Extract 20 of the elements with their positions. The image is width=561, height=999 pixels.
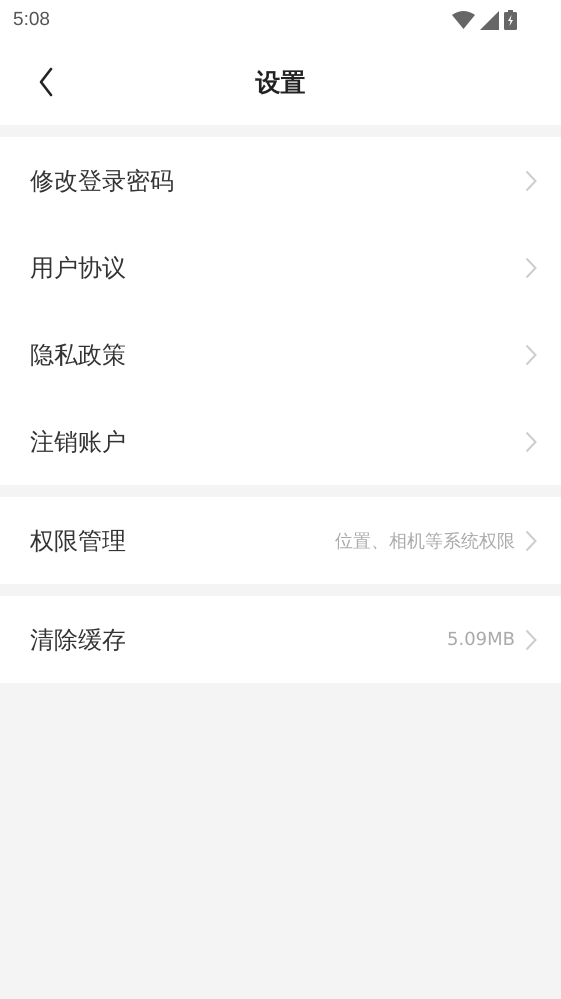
chevron-icon [525,530,537,552]
status-time: 5:08 [13,9,50,31]
setting-value: 位置、相机等系统权限 [335,530,515,552]
setting-label: 清除缓存 [30,624,127,656]
chevron-icon [525,628,537,650]
chevron-icon [525,256,537,278]
chevron-icon [525,430,537,452]
back-icon [38,67,54,97]
page-title: 设置 [256,67,306,99]
battery-icon [504,10,517,30]
setting-label: 修改登录密码 [30,166,175,196]
signal-icon [480,10,499,30]
chevron-icon [525,170,537,192]
chevron-icon [525,344,537,366]
setting-label: 用户协议 [30,252,127,284]
setting-label: 注销账户 [30,426,127,458]
setting-label: 权限管理 [30,526,127,556]
setting-value: 5.09MB [447,629,515,650]
wifi-icon [452,11,475,29]
setting-label: 隐私政策 [30,340,127,370]
